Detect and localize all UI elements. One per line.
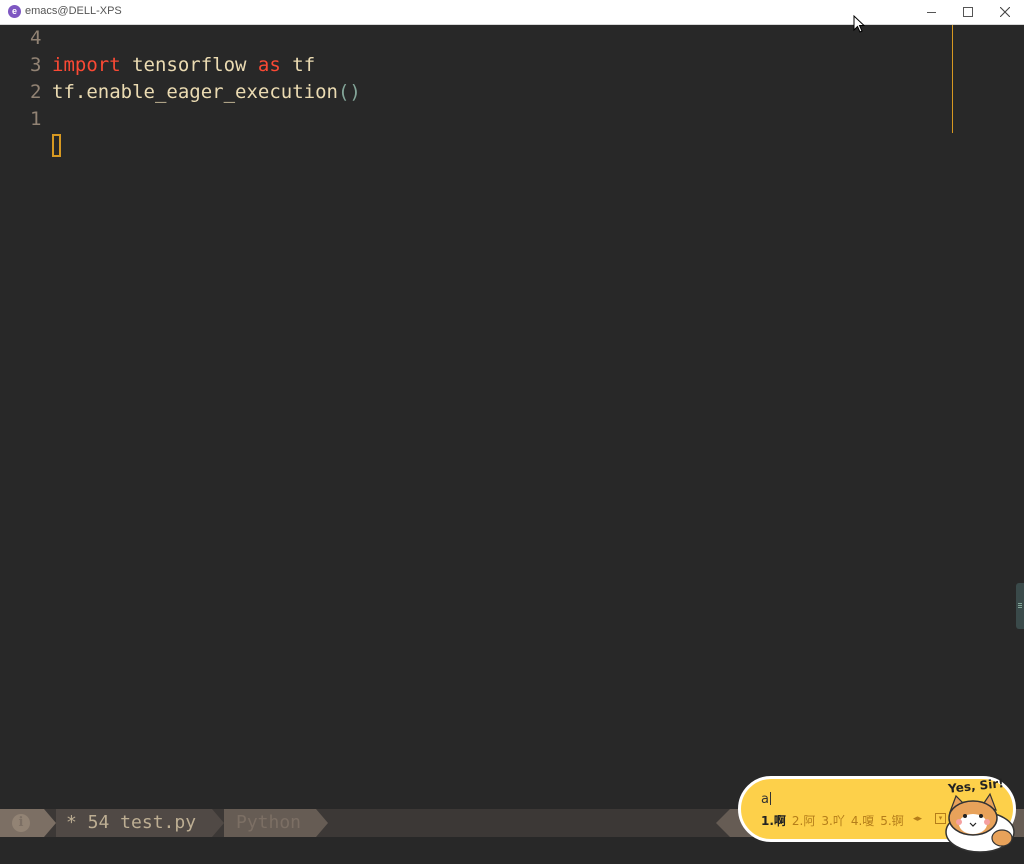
mode-line-status-segment: i [0, 809, 44, 837]
ime-composition: a [761, 792, 771, 807]
maximize-button[interactable] [950, 0, 986, 24]
separator-arrow [44, 809, 56, 837]
shiba-mascot-icon [945, 792, 1015, 853]
separator-arrow [716, 809, 730, 837]
window-title: emacs@DELL-XPS [25, 5, 122, 17]
code-token: tensorflow [120, 54, 258, 76]
line-code: tf.enable_eager_execution() [52, 79, 361, 106]
title-bar: e emacs@DELL-XPS [0, 0, 1024, 25]
minimize-icon [927, 12, 936, 13]
line-number: 4 [30, 27, 42, 49]
line-code: import tensorflow as tf [52, 52, 315, 79]
separator-arrow [316, 809, 328, 837]
ime-candidate[interactable]: 2.阿 [792, 812, 815, 829]
code-token: () [337, 81, 361, 103]
ime-input-text: a [761, 792, 769, 807]
close-button[interactable] [987, 0, 1023, 24]
code-token: tf [280, 54, 316, 76]
page-arrows-icon[interactable]: ◂▸ [913, 814, 922, 824]
code-token: tf.enable_eager_execution [52, 81, 338, 103]
major-mode[interactable]: Python [224, 809, 316, 837]
line-number: 1 [30, 108, 42, 130]
maximize-icon [963, 7, 973, 17]
code-token: import [52, 54, 121, 76]
text-cursor [52, 134, 61, 157]
ime-candidate-list: 1.啊 2.阿 3.吖 4.嗄 5.锕 [761, 812, 910, 829]
line-number: 3 [30, 54, 42, 76]
ime-candidate[interactable]: 5.锕 [880, 812, 903, 829]
scroll-handle[interactable] [1016, 583, 1024, 629]
code-token: as [257, 54, 281, 76]
fill-column-indicator [952, 25, 953, 133]
buffer-name[interactable]: * 54 test.py [56, 809, 212, 837]
ime-candidate[interactable]: 4.嗄 [851, 812, 874, 829]
separator-arrow [212, 809, 224, 837]
minimize-button[interactable] [914, 0, 950, 24]
ime-candidate[interactable]: 1.啊 [761, 812, 786, 829]
mouse-pointer-icon [853, 15, 865, 33]
line-number: 2 [30, 81, 42, 103]
editor-buffer[interactable]: 4 3 import tensorflow as tf 2 tf.enable_eage… [0, 25, 1024, 809]
close-icon [1000, 7, 1010, 17]
info-icon[interactable]: i [12, 814, 30, 832]
ime-candidate[interactable]: 3.吖 [821, 812, 844, 829]
emacs-icon: e [8, 5, 21, 18]
ime-caret [769, 792, 771, 805]
